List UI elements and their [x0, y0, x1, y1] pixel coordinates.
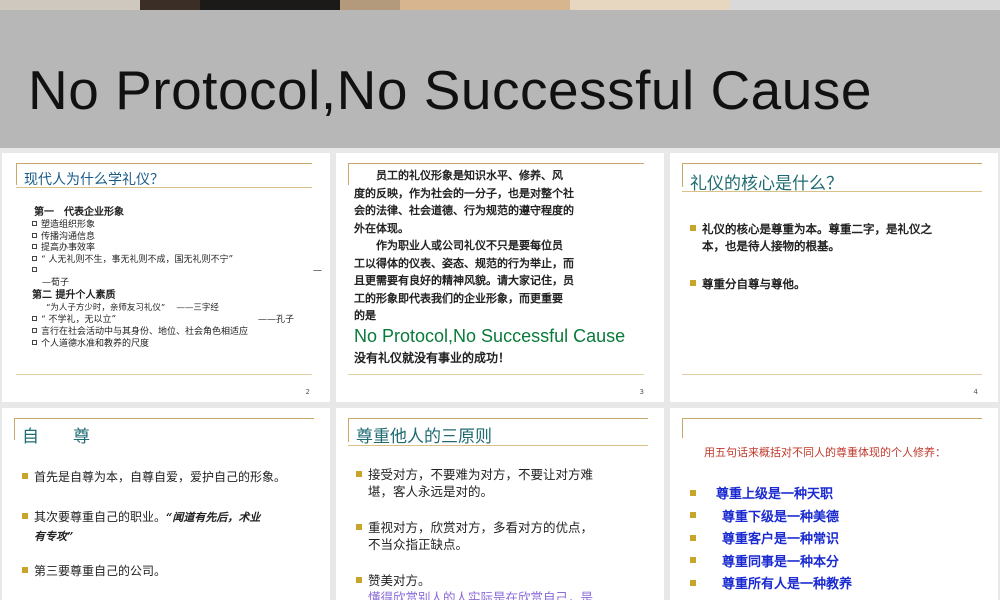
title-banner: No Protocol,No Successful Cause [0, 10, 1000, 148]
square-bullet-icon [690, 534, 696, 541]
list-item: 尊重客户是一种常识 [690, 529, 852, 552]
page-number: 2 [305, 388, 310, 396]
list-item: 尊重同事是一种本分 [690, 552, 852, 575]
body-line: 的是 [354, 309, 376, 322]
slide-thumbnail-3[interactable]: 员工的礼仪形象是知识水平、修养、风 度的反映，作为社会的一分子，也是对整个社 会… [336, 153, 664, 402]
square-bullet-icon [356, 470, 362, 477]
square-bullet-icon [32, 339, 37, 345]
attribution: —荀子 [42, 278, 70, 288]
square-bullet-icon [32, 316, 37, 321]
body-line: 作为职业人或公司礼仪不只是要每位员 [354, 239, 563, 252]
body-line: 度的反映，作为社会的一分子，也是对整个社 [354, 186, 574, 200]
square-bullet-icon [32, 232, 37, 238]
square-bullet-icon [32, 255, 37, 261]
list-item: 塑造组织形象 [32, 220, 233, 232]
dash-mark: — [313, 266, 322, 276]
square-bullet-icon [32, 221, 37, 226]
bullet-item: 第三要尊重自己的公司。 [22, 562, 166, 579]
banner-title: No Protocol,No Successful Cause [28, 59, 872, 121]
chinese-slogan: 没有礼仪就没有事业的成功！ [354, 351, 511, 365]
slide-thumbnail-7[interactable]: 用五句话来概括对不同人的尊重体现的个人修养： 尊重上级是一种天职 尊重下级是一种… [670, 408, 998, 600]
slide-title: 现代人为什么学礼仪？ [24, 172, 164, 188]
square-bullet-icon [690, 512, 696, 518]
square-bullet-icon [690, 225, 696, 231]
square-bullet-icon [32, 328, 37, 333]
square-bullet-icon [690, 489, 696, 496]
list-item: “ 人无礼则不生，事无礼则不成，国无礼则不宁” [32, 255, 233, 267]
square-bullet-icon [32, 267, 37, 272]
slide-title: 自 尊 [22, 427, 90, 447]
section-heading: 第一 代表企业形象 [34, 207, 124, 218]
slide-thumbnail-2[interactable]: 现代人为什么学礼仪？ 第一 代表企业形象 塑造组织形象 传播沟通信息 提高办事效… [2, 153, 330, 402]
list-item [32, 266, 233, 278]
body-line: 外在体现。 [354, 221, 409, 235]
page-number: 3 [639, 388, 644, 396]
quote: “为人子方少时，亲师友习礼仪” ——三字经 [46, 303, 219, 313]
list-item: 尊重上级是一种天职 [690, 484, 852, 507]
attribution: ——孔子 [258, 315, 295, 325]
body-line: 且更需要有良好的精神风貌。请大家记住，员 [354, 274, 574, 287]
square-bullet-icon [22, 566, 28, 573]
page-number: 4 [973, 388, 978, 396]
square-bullet-icon [22, 512, 28, 519]
body-line: 工以得体的仪表、姿态、规范的行为举止，而 [354, 256, 574, 270]
square-bullet-icon [690, 557, 696, 563]
list-item: 提高办事效率 [32, 243, 233, 255]
slide-thumbnail-6[interactable]: 尊重他人的三原则 接受对方，不要难为对方，不要让对方难 堪，客人永远是对的。 重… [336, 408, 664, 600]
square-bullet-icon [690, 579, 696, 586]
square-bullet-icon [22, 472, 28, 479]
bullet-item: 接受对方，不要难为对方，不要让对方难 堪，客人永远是对的。 [356, 466, 593, 500]
body-line: 员工的礼仪形象是知识水平、修养、风 [354, 169, 563, 182]
list-item: 尊重所有人是一种教养 [690, 574, 852, 597]
bullet-item: 尊重分自尊与尊他。 [690, 276, 806, 292]
square-bullet-icon [32, 244, 37, 249]
slide-title: 尊重他人的三原则 [356, 427, 492, 447]
english-slogan: No Protocol,No Successful Cause [354, 326, 626, 346]
intro-text: 用五句话来概括对不同人的尊重体现的个人修养： [704, 446, 946, 459]
slide-thumbnail-4[interactable]: 礼仪的核心是什么？ 礼仪的核心是尊重为本。尊重二字，是礼仪之 本，也是待人接物的… [670, 153, 998, 402]
list-item: 个人道德水准和教养的尺度 [32, 339, 248, 351]
body-line: 会的法律、社会道德、行为规范的遵守程度的 [354, 204, 574, 217]
square-bullet-icon [356, 523, 362, 530]
list-item: 尊重下级是一种美德 [690, 507, 852, 530]
top-photo-strip [0, 0, 1000, 10]
bullet-item: 其次要尊重自己的职业。“闻道有先后，术业 有专攻” [22, 508, 260, 546]
list-item: “ 不学礼，无以立” [32, 315, 116, 327]
list-item: 言行在社会活动中与其身份、地位、社会角色相适应 [32, 327, 248, 339]
bullet-item: 赞美对方。 懂得欣赏别人的人实际是在欣赏自己，是 [356, 572, 593, 600]
bullet-item: 重视对方，欣赏对方，多看对方的优点， 不当众指正缺点。 [356, 519, 593, 553]
section-heading: 第二 提升个人素质 [32, 290, 116, 301]
body-line: 工的形象即代表我们的企业形象，而更重要 [354, 291, 563, 305]
bullet-item: 礼仪的核心是尊重为本。尊重二字，是礼仪之 本，也是待人接物的根基。 [690, 221, 932, 255]
slide-thumbnail-5[interactable]: 自 尊 首先是自尊为本，自尊自爱，爱护自己的形象。 其次要尊重自己的职业。“闻道… [2, 408, 330, 600]
square-bullet-icon [690, 280, 696, 286]
bullet-item: 首先是自尊为本，自尊自爱，爱护自己的形象。 [22, 468, 286, 485]
list-item: 传播沟通信息 [32, 232, 233, 244]
square-bullet-icon [356, 576, 362, 583]
